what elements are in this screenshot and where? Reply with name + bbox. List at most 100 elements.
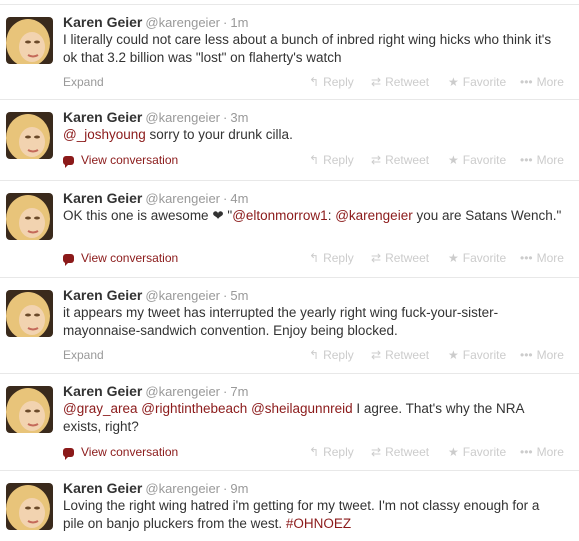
star-icon: ★ <box>448 445 459 459</box>
separator-dot: · <box>223 15 228 30</box>
reply-icon: ↰ <box>309 348 320 362</box>
star-icon: ★ <box>448 348 459 362</box>
author-handle[interactable]: @karengeier <box>145 384 220 399</box>
avatar[interactable] <box>6 290 53 337</box>
view-conversation-link[interactable]: View conversation <box>63 152 178 168</box>
tweet-header: Karen Geier @karengeier · 7m <box>63 382 248 400</box>
timestamp[interactable]: 9m <box>230 481 248 496</box>
tweet-timeline: Karen Geier @karengeier · 1m I literally co… <box>0 0 579 541</box>
tweet[interactable]: Karen Geier @karengeier · 3m @_joshyoung so… <box>0 100 579 181</box>
mention-link[interactable]: @karengeier <box>335 208 413 223</box>
more-label: More <box>536 153 564 167</box>
more-button[interactable]: ••• More <box>520 444 564 460</box>
author-name[interactable]: Karen Geier <box>63 190 142 206</box>
author-handle[interactable]: @karengeier <box>145 481 220 496</box>
avatar[interactable] <box>6 483 53 530</box>
hashtag-link[interactable]: #OHNOEZ <box>286 516 351 531</box>
reply-button[interactable]: ↰ Reply <box>309 444 354 460</box>
view-conversation-link[interactable]: View conversation <box>63 250 178 266</box>
tweet[interactable]: Karen Geier @karengeier · 1m I literally co… <box>0 4 579 100</box>
avatar-image <box>6 112 53 159</box>
retweet-button[interactable]: ⇄ Retweet <box>371 444 429 460</box>
retweet-button[interactable]: ⇄ Retweet <box>371 74 429 90</box>
retweet-label: Retweet <box>385 445 430 459</box>
timestamp[interactable]: 3m <box>230 110 248 125</box>
reply-label: Reply <box>323 445 354 459</box>
tweet-text-segment: OK this one is awesome <box>63 208 213 223</box>
tweet-footer: Expand ↰ Reply ⇄ Retweet ★ Favorite ••• More <box>63 74 573 90</box>
view-conversation-label: View conversation <box>81 445 179 459</box>
timestamp[interactable]: 4m <box>230 191 248 206</box>
separator-dot: · <box>223 191 228 206</box>
reply-button[interactable]: ↰ Reply <box>309 152 354 168</box>
mention-link[interactable]: @_joshyoung <box>63 127 146 142</box>
reply-button[interactable]: ↰ Reply <box>309 74 354 90</box>
reply-label: Reply <box>323 153 354 167</box>
author-name[interactable]: Karen Geier <box>63 480 142 496</box>
retweet-label: Retweet <box>385 348 430 362</box>
favorite-label: Favorite <box>462 445 507 459</box>
retweet-button[interactable]: ⇄ Retweet <box>371 250 429 266</box>
author-name[interactable]: Karen Geier <box>63 109 142 125</box>
separator-dot: · <box>223 110 228 125</box>
avatar[interactable] <box>6 193 53 240</box>
more-dots-icon: ••• <box>520 153 533 167</box>
star-icon: ★ <box>448 75 459 89</box>
favorite-button[interactable]: ★ Favorite <box>448 74 506 90</box>
tweet-header: Karen Geier @karengeier · 4m <box>63 189 248 207</box>
author-handle[interactable]: @karengeier <box>145 191 220 206</box>
star-icon: ★ <box>448 251 459 265</box>
reply-button[interactable]: ↰ Reply <box>309 347 354 363</box>
expand-link[interactable]: Expand <box>63 74 104 90</box>
author-name[interactable]: Karen Geier <box>63 287 142 303</box>
mention-link[interactable]: @gray_area <box>63 401 138 416</box>
mention-link[interactable]: @eltonmorrow1 <box>232 208 328 223</box>
more-button[interactable]: ••• More <box>520 152 564 168</box>
avatar[interactable] <box>6 17 53 64</box>
avatar-image <box>6 17 53 64</box>
author-handle[interactable]: @karengeier <box>145 288 220 303</box>
separator-dot: · <box>223 481 228 496</box>
favorite-button[interactable]: ★ Favorite <box>448 152 506 168</box>
more-button[interactable]: ••• More <box>520 250 564 266</box>
author-name[interactable]: Karen Geier <box>63 14 142 30</box>
more-dots-icon: ••• <box>520 445 533 459</box>
retweet-button[interactable]: ⇄ Retweet <box>371 347 429 363</box>
timestamp[interactable]: 1m <box>230 15 248 30</box>
favorite-label: Favorite <box>462 348 507 362</box>
author-name[interactable]: Karen Geier <box>63 383 142 399</box>
retweet-label: Retweet <box>385 75 430 89</box>
mention-link[interactable]: @sheilagunnreid <box>251 401 353 416</box>
timestamp[interactable]: 7m <box>230 384 248 399</box>
tweet[interactable]: Karen Geier @karengeier · 9m Loving the rig… <box>0 471 579 541</box>
more-label: More <box>536 348 564 362</box>
tweet[interactable]: Karen Geier @karengeier · 7m @gray_area @ri… <box>0 374 579 471</box>
tweet-text-segment: I literally could not care less about a … <box>63 32 552 65</box>
tweet[interactable]: Karen Geier @karengeier · 4m OK this one is… <box>0 181 579 278</box>
reply-button[interactable]: ↰ Reply <box>309 250 354 266</box>
more-button[interactable]: ••• More <box>520 74 564 90</box>
retweet-button[interactable]: ⇄ Retweet <box>371 152 429 168</box>
view-conversation-label: View conversation <box>81 153 179 167</box>
tweet-header: Karen Geier @karengeier · 3m <box>63 108 248 126</box>
expand-link[interactable]: Expand <box>63 347 104 363</box>
timestamp[interactable]: 5m <box>230 288 248 303</box>
favorite-button[interactable]: ★ Favorite <box>448 250 506 266</box>
author-handle[interactable]: @karengeier <box>145 110 220 125</box>
mention-link[interactable]: @rightinthebeach <box>141 401 247 416</box>
author-handle[interactable]: @karengeier <box>145 15 220 30</box>
tweet-header: Karen Geier @karengeier · 1m <box>63 13 248 31</box>
tweet[interactable]: Karen Geier @karengeier · 5m it appears my … <box>0 278 579 374</box>
retweet-icon: ⇄ <box>371 251 382 265</box>
avatar[interactable] <box>6 112 53 159</box>
retweet-icon: ⇄ <box>371 75 382 89</box>
reply-label: Reply <box>323 348 354 362</box>
tweet-text: OK this one is awesome ❤ "@eltonmorrow1:… <box>63 207 563 225</box>
avatar[interactable] <box>6 386 53 433</box>
view-conversation-label: View conversation <box>81 251 179 265</box>
favorite-button[interactable]: ★ Favorite <box>448 444 506 460</box>
tweet-footer: View conversation ↰ Reply ⇄ Retweet ★ Favorit… <box>63 152 573 168</box>
more-button[interactable]: ••• More <box>520 347 564 363</box>
view-conversation-link[interactable]: View conversation <box>63 444 178 460</box>
favorite-button[interactable]: ★ Favorite <box>448 347 506 363</box>
